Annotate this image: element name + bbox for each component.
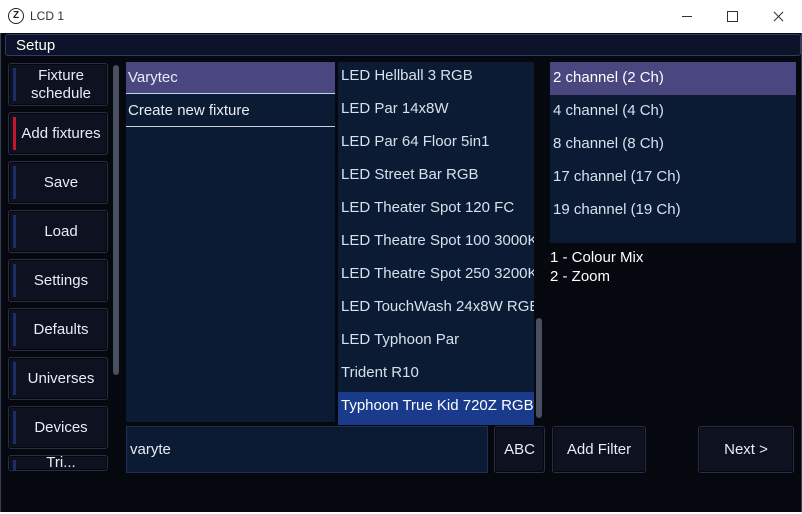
sidebar-item-label: Fixture schedule — [30, 66, 92, 102]
next-button[interactable]: Next > — [698, 426, 794, 473]
fixture-item[interactable]: LED Theatre Spot 100 3000K — [338, 227, 534, 260]
sidebar-item[interactable]: Add fixtures — [8, 112, 108, 155]
fixture-item[interactable]: LED Par 64 Floor 5in1 — [338, 128, 534, 161]
mode-info-line: 2 - Zoom — [550, 268, 611, 285]
app-logo-icon: Z — [8, 8, 24, 24]
sidebar-item[interactable]: Universes — [8, 357, 108, 400]
sidebar-item-label: Settings — [33, 271, 89, 289]
sidebar-item-label: Add fixtures — [21, 124, 101, 142]
maximize-icon[interactable] — [709, 0, 755, 33]
sidebar-item-label: Tri... — [46, 455, 76, 471]
manufacturer-list: Varytec Create new fixture — [126, 62, 335, 422]
fixture-item[interactable]: LED TouchWash 24x8W RGBW — [338, 293, 534, 326]
sidebar-item-label: Load — [44, 222, 78, 240]
mode-info-line: 1 - Colour Mix — [550, 249, 644, 266]
fixture-item[interactable]: Typhoon True Kid 720Z RGBW — [338, 392, 534, 425]
manufacturer-item[interactable]: Create new fixture — [126, 95, 335, 127]
sidebar-scrollbar[interactable] — [113, 65, 119, 375]
add-filter-button[interactable]: Add Filter — [552, 426, 646, 473]
sidebar-item-label: Universes — [27, 369, 95, 387]
manufacturer-item[interactable]: Varytec — [126, 62, 335, 94]
sidebar-item-indicator — [13, 117, 16, 150]
mode-list: 2 channel (2 Ch) 4 channel (4 Ch) 8 channe… — [550, 62, 796, 243]
fixture-item[interactable]: LED Par 14x8W — [338, 95, 534, 128]
sidebar-item-indicator — [13, 411, 16, 444]
sidebar-item[interactable]: Load — [8, 210, 108, 253]
mode-item[interactable]: 4 channel (4 Ch) — [550, 95, 796, 128]
sidebar-item-indicator — [13, 362, 16, 395]
sidebar-item[interactable]: Save — [8, 161, 108, 204]
app-area: Setup Fixture schedule Add fixtures Save Lo… — [0, 33, 802, 512]
sidebar-item[interactable]: Fixture schedule — [8, 63, 108, 106]
fixture-list: LED Hellball 3 RGB LED Par 14x8W LED Par 6… — [338, 62, 534, 425]
fixture-list-scrollbar[interactable] — [536, 318, 542, 418]
page-title: Setup — [16, 37, 56, 54]
search-input-value: varyte — [130, 441, 171, 458]
fixture-item[interactable]: LED Theater Spot 120 FC — [338, 194, 534, 227]
sidebar-item-indicator — [13, 264, 16, 297]
fixture-item[interactable]: Trident R10 — [338, 359, 534, 392]
minimize-icon[interactable] — [663, 0, 709, 33]
fixture-item[interactable]: LED Theatre Spot 250 3200K — [338, 260, 534, 293]
sidebar-item-label: Save — [43, 173, 79, 191]
fixture-item[interactable]: LED Street Bar RGB — [338, 161, 534, 194]
sidebar-item-indicator — [13, 68, 16, 101]
header-bar: Setup — [5, 34, 801, 56]
window-title: LCD 1 — [30, 9, 65, 23]
abc-sort-button[interactable]: ABC — [494, 426, 545, 473]
sidebar-item[interactable]: Devices — [8, 406, 108, 449]
sidebar-item[interactable]: Settings — [8, 259, 108, 302]
mode-item[interactable]: 2 channel (2 Ch) — [550, 62, 796, 95]
sidebar-item-indicator — [13, 313, 16, 346]
sidebar-item[interactable]: Tri... — [8, 455, 108, 471]
sidebar-item[interactable]: Defaults — [8, 308, 108, 351]
sidebar-item-indicator — [13, 166, 16, 199]
fixture-item[interactable]: LED Typhoon Par — [338, 326, 534, 359]
window-titlebar: Z LCD 1 — [0, 0, 802, 33]
mode-item[interactable]: 8 channel (8 Ch) — [550, 128, 796, 161]
mode-item[interactable]: 19 channel (19 Ch) — [550, 194, 796, 227]
sidebar-item-indicator — [13, 215, 16, 248]
search-input[interactable]: varyte — [126, 426, 488, 473]
sidebar-item-label: Devices — [34, 418, 88, 436]
mode-item[interactable]: 17 channel (17 Ch) — [550, 161, 796, 194]
sidebar-item-label: Defaults — [33, 320, 89, 338]
fixture-item[interactable]: LED Hellball 3 RGB — [338, 62, 534, 95]
close-icon[interactable] — [755, 0, 801, 33]
sidebar-item-indicator — [13, 460, 16, 470]
